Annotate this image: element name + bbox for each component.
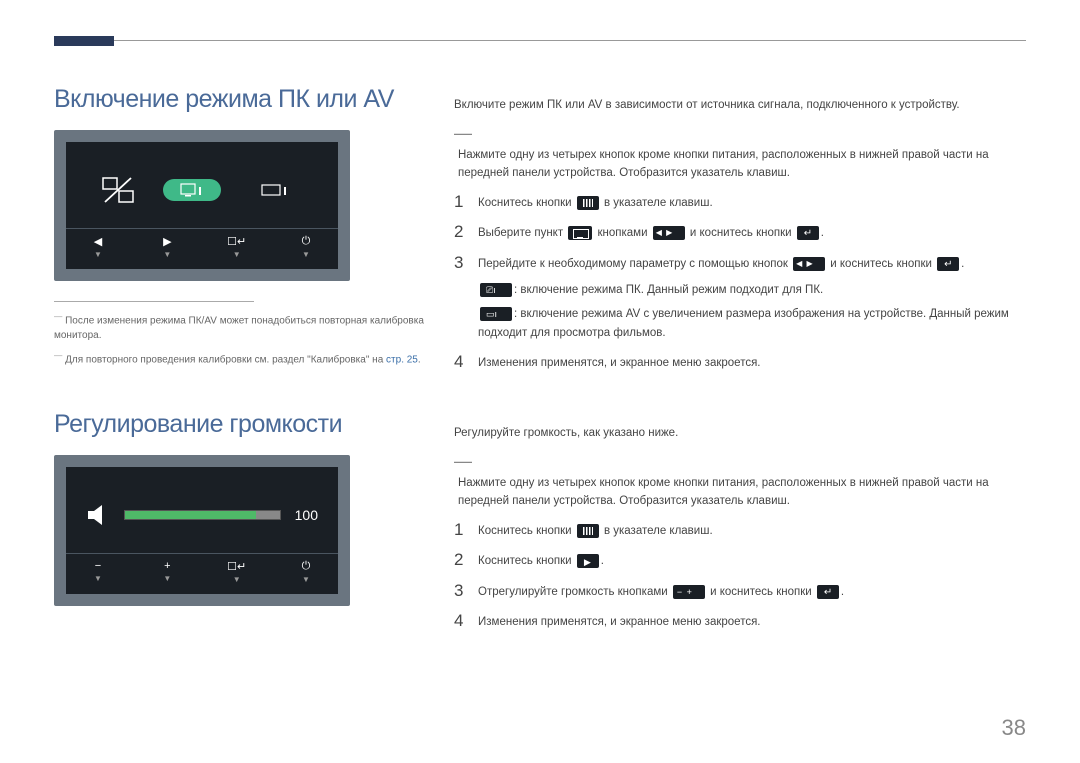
link-page25[interactable]: стр. 25 [386,355,418,366]
osd-nav-power: ⏻▼ [292,235,320,259]
footnote-2: ― Для повторного проведения калибровки с… [54,349,434,367]
note-pcav: ―Нажмите одну из четырех кнопок кроме кн… [454,120,1026,182]
plus-minus-icon [673,585,705,599]
step-1-3: 3 Перейдите к необходимому параметру с п… [454,253,1026,343]
osd-nav-left: ◀▼ [84,235,112,259]
enter-icon [797,226,819,240]
left-right-icon [793,257,825,271]
osd-vol-power: ⏻▼ [292,560,320,584]
speaker-icon [577,554,599,568]
step-2-1: 1 Коснитесь кнопки в указателе клавиш. [454,520,1026,540]
av-mode-icon [480,307,512,321]
mode-select-icon [568,226,592,240]
mode-pc-selected [163,179,221,201]
osd-vol-plus: +▼ [153,560,181,584]
osd-nav-right: ▶▼ [153,235,181,259]
mode-av-unselected [247,179,305,201]
heading-volume: Регулирование громкости [54,410,434,439]
note-volume: ―Нажмите одну из четырех кнопок кроме кн… [454,448,1026,510]
footnote-1: ― После изменения режима ПК/AV может пон… [54,310,434,343]
step-2-3: 3 Отрегулируйте громкость кнопками и кос… [454,581,1026,601]
volume-value: 100 [295,507,318,523]
osd-volume: 100 −▼ +▼ ☐↵▼ ⏻▼ [54,455,350,606]
volume-bar [124,510,281,520]
step-1-1: 1 Коснитесь кнопки в указателе клавиш. [454,192,1026,212]
intro-volume: Регулируйте громкость, как указано ниже. [454,425,1026,442]
speaker-icon [86,504,110,526]
osd-pcav: ◀▼ ▶▼ ☐↵▼ ⏻▼ [54,130,350,281]
menu-bars-icon [577,196,599,210]
step-2-2: 2 Коснитесь кнопки . [454,550,1026,570]
step-2-4: 4 Изменения применятся, и экранное меню … [454,611,1026,631]
step-1-4: 4 Изменения применятся, и экранное меню … [454,352,1026,372]
osd-vol-minus: −▼ [84,560,112,584]
enter-icon [817,585,839,599]
footnote-rule [54,301,254,302]
enter-icon [937,257,959,271]
page-number: 38 [1002,715,1026,741]
intro-pcav: Включите режим ПК или AV в зависимости о… [454,97,1026,114]
step-1-2: 2 Выберите пункт кнопками и коснитесь кн… [454,222,1026,242]
pc-mode-icon [480,283,512,297]
header-rule [54,40,1026,41]
left-right-icon [653,226,685,240]
osd-nav-enter: ☐↵▼ [223,235,251,259]
mode-crossed-icon [99,173,137,207]
heading-pc-av: Включение режима ПК или AV [54,85,434,114]
header-block [54,36,114,46]
osd-vol-enter: ☐↵▼ [223,560,251,584]
menu-bars-icon [577,524,599,538]
